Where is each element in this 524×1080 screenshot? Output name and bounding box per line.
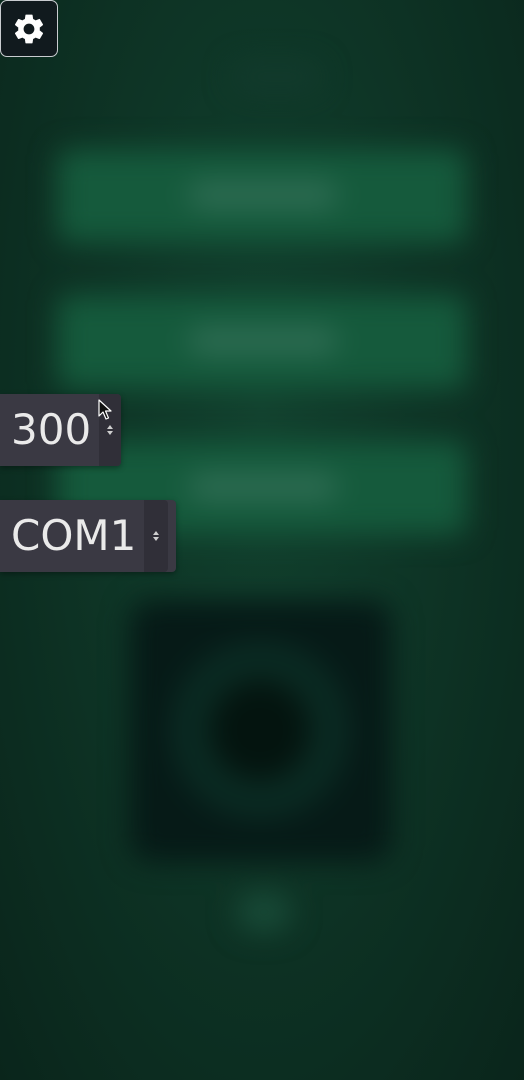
blurred-title	[232, 62, 322, 92]
baud-rate-stepper[interactable]	[99, 394, 121, 466]
up-arrow-icon	[107, 425, 114, 429]
gear-icon	[14, 14, 44, 43]
settings-button[interactable]	[0, 0, 58, 57]
serial-port-select[interactable]: COM1	[0, 500, 176, 572]
blurred-indicator	[236, 892, 292, 932]
blurred-joystick-pad	[130, 600, 392, 862]
down-arrow-icon	[107, 431, 114, 435]
up-arrow-icon	[153, 531, 160, 535]
baud-rate-spinbox[interactable]: 300	[0, 394, 121, 466]
down-arrow-icon	[153, 537, 160, 541]
blurred-button	[58, 296, 466, 388]
app-window: 300 COM1	[0, 0, 524, 1080]
blurred-button	[58, 150, 466, 242]
serial-port-stepper[interactable]	[144, 500, 169, 572]
baud-rate-value[interactable]: 300	[0, 394, 99, 466]
serial-port-value[interactable]: COM1	[0, 500, 144, 572]
